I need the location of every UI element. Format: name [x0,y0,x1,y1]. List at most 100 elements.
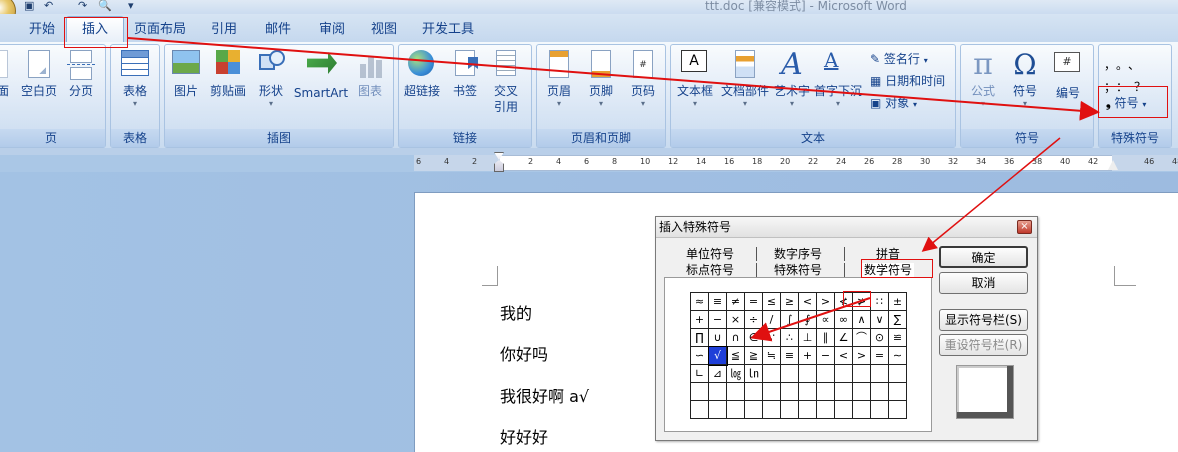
table-button[interactable]: 表格 ▾ [114,48,156,109]
symbol-cell[interactable]: = [744,292,763,311]
wordart-button[interactable]: A 艺术字 ▾ [772,48,812,109]
symbol-cell[interactable]: ± [888,292,907,311]
symbol-cell[interactable] [888,400,907,419]
close-icon[interactable]: × [1017,220,1032,234]
symbol-cell[interactable]: ≡ [708,292,727,311]
date-time-button[interactable]: ▦ 日期和时间 [870,72,945,90]
symbol-cell[interactable]: ∟ [690,364,709,383]
symbol-cell[interactable] [762,382,781,401]
symbol-cell[interactable] [744,400,763,419]
drop-cap-button[interactable]: A 首字下沉 ▾ [814,48,862,109]
symbol-cell-selected[interactable]: √ [707,345,728,366]
symbol-cell[interactable] [762,400,781,419]
tab-unit-symbols[interactable]: 单位符号 [686,247,734,261]
symbol-cell[interactable]: + [798,346,817,365]
page-break-button[interactable]: 分页 [64,48,98,99]
symbol-cell[interactable]: ∽ [690,346,709,365]
textbox-button[interactable]: A 文本框 ▾ [674,48,716,109]
save-icon[interactable]: ▣ [24,0,34,12]
tab-number-series[interactable]: 数字序号 [774,247,822,261]
symbol-cell[interactable] [708,382,727,401]
symbol-cell[interactable]: ≒ [762,346,781,365]
cover-page-button[interactable]: 面 [0,48,12,99]
symbol-cell[interactable]: ∈ [744,328,763,347]
symbol-cell[interactable]: = [870,346,889,365]
show-symbol-bar-button[interactable]: 显示符号栏(S) [939,309,1028,331]
symbol-cell[interactable]: ≡ [780,346,799,365]
symbol-cell[interactable]: ∫ [780,310,799,329]
symbol-cell[interactable] [816,400,835,419]
bookmark-button[interactable]: 书签 [448,48,482,99]
symbol-cell[interactable]: ∩ [726,328,745,347]
redo-icon[interactable]: ↷ [78,0,87,12]
symbol-cell[interactable] [744,382,763,401]
symbol-cell[interactable] [798,400,817,419]
cancel-button[interactable]: 取消 [939,272,1028,294]
symbol-cell[interactable]: ≦ [726,346,745,365]
tab-view[interactable]: 视图 [364,18,404,42]
symbol-cell[interactable] [690,382,709,401]
tab-home[interactable]: 开始 [24,18,60,42]
symbol-cell[interactable]: < [798,292,817,311]
symbol-cell[interactable]: ∝ [816,310,835,329]
symbol-cell[interactable]: ≧ [744,346,763,365]
symbol-cell[interactable]: ⊙ [870,328,889,347]
symbol-cell[interactable]: < [834,346,853,365]
print-preview-icon[interactable]: 🔍 [98,0,112,12]
undo-icon[interactable]: ↶ [44,0,53,12]
ok-button[interactable]: 确定 [939,246,1028,268]
symbol-cell[interactable]: ∠ [834,328,853,347]
object-button[interactable]: ▣ 对象 ▾ [870,94,917,112]
page-number-button[interactable]: # 页码 ▾ [626,48,660,109]
header-button[interactable]: 页眉 ▾ [542,48,576,109]
symbol-cell[interactable]: ∷ [870,292,889,311]
symbol-cell[interactable]: ≈ [690,292,709,311]
symbol-cell[interactable]: ∥ [816,328,835,347]
doc-line-2[interactable]: 你好吗 [500,341,548,365]
symbol-cell[interactable] [834,382,853,401]
symbol-cell[interactable]: ㏒ [726,364,745,383]
symbol-cell[interactable] [690,400,709,419]
symbol-cell[interactable]: ÷ [744,310,763,329]
symbol-cell[interactable]: ∏ [690,328,709,347]
symbol-cell[interactable]: + [690,310,709,329]
symbol-button[interactable]: Ω 符号 ▾ [1006,48,1044,109]
symbol-cell[interactable] [780,364,799,383]
symbol-cell[interactable] [870,400,889,419]
symbol-cell[interactable]: ⊥ [798,328,817,347]
symbol-cell[interactable]: > [852,346,871,365]
symbol-cell[interactable]: × [726,310,745,329]
tab-special-symbols[interactable]: 特殊符号 [774,263,822,277]
symbol-cell[interactable]: ㏑ [744,364,763,383]
symbol-cell[interactable] [870,364,889,383]
smartart-button[interactable]: SmartArt [292,48,350,101]
symbol-cell[interactable] [798,382,817,401]
tab-page-layout[interactable]: 页面布局 [132,18,188,42]
symbol-cell[interactable]: ≥ [780,292,799,311]
symbol-cell[interactable] [726,382,745,401]
equation-button[interactable]: π 公式 ▾ [964,48,1002,109]
chart-button[interactable]: 图表 [354,48,386,99]
symbol-cell[interactable] [834,400,853,419]
symbol-cell[interactable]: ∪ [708,328,727,347]
symbol-cell[interactable] [708,400,727,419]
symbol-cell[interactable]: ∑ [888,310,907,329]
symbol-cell[interactable]: ∴ [780,328,799,347]
symbol-cell[interactable] [816,382,835,401]
cross-reference-button[interactable]: 交叉 引用 [488,48,524,115]
symbol-cell[interactable] [870,382,889,401]
symbol-cell[interactable]: − [816,346,835,365]
symbol-cell[interactable] [852,382,871,401]
doc-line-4[interactable]: 好好好 [500,424,548,448]
symbol-cell[interactable] [888,364,907,383]
doc-line-3[interactable]: 我很好啊 a√ [500,383,589,407]
tab-punctuation[interactable]: 标点符号 [686,263,734,277]
qat-customize-icon[interactable]: ▾ [128,0,134,12]
symbol-cell[interactable]: − [708,310,727,329]
symbol-cell[interactable]: ⌒ [852,328,871,347]
symbol-cell[interactable] [780,382,799,401]
tab-mailings[interactable]: 邮件 [258,18,298,42]
doc-line-1[interactable]: 我的 [500,300,532,324]
picture-button[interactable]: 图片 [170,48,202,99]
blank-page-button[interactable]: 空白页 [20,48,58,99]
